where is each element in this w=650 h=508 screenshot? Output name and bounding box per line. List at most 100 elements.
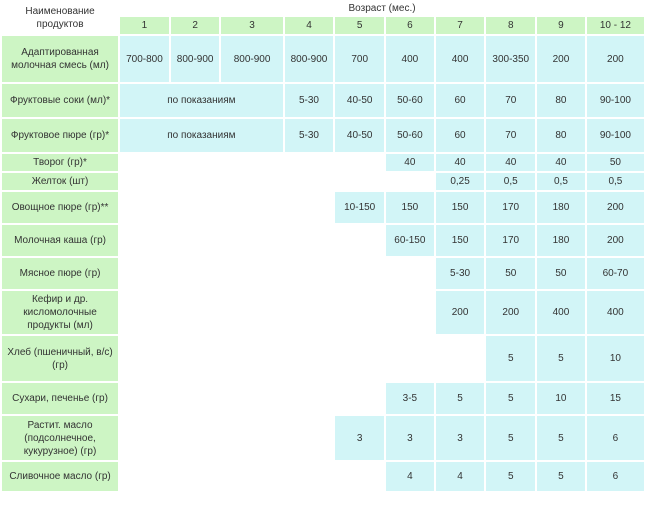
product-name: Молочная каша (гр) (2, 225, 119, 256)
product-name: Мясное пюре (гр) (2, 258, 119, 289)
value-cell: 40 (537, 154, 585, 171)
age-cell: 2 (170, 17, 220, 34)
value-cell: 5 (537, 416, 585, 460)
value-cell: 5-30 (435, 258, 485, 289)
table-row: Хлеб (пшеничный, в/с) (гр) 5 5 10 (2, 336, 644, 381)
empty-cell (120, 258, 434, 289)
product-name: Адаптированная молочная смесь (мл) (2, 36, 119, 82)
table-row: Растит. масло (подсолнечное, кукурузное)… (2, 416, 644, 460)
value-cell: по показаниям (120, 84, 283, 117)
value-cell: 4 (386, 462, 434, 491)
value-cell: 50 (537, 258, 585, 289)
value-cell: 3-5 (386, 383, 434, 414)
value-cell: 10 (586, 336, 644, 381)
value-cell: 800-900 (221, 36, 283, 82)
value-cell: 400 (386, 36, 434, 82)
value-cell: 40 (386, 154, 434, 171)
value-cell: 70 (486, 119, 536, 152)
empty-cell (120, 336, 485, 381)
value-cell: 50-60 (386, 119, 434, 152)
value-cell: 5 (486, 336, 536, 381)
product-name: Хлеб (пшеничный, в/с) (гр) (2, 336, 119, 381)
value-cell: 5-30 (284, 84, 334, 117)
age-cell: 5 (335, 17, 385, 34)
product-name: Овощное пюре (гр)** (2, 192, 119, 223)
empty-cell (120, 225, 385, 256)
value-cell: 50 (486, 258, 536, 289)
value-cell: 5-30 (284, 119, 334, 152)
table-row: Творог (гр)* 40 40 40 40 50 (2, 154, 644, 171)
table-row: Сухари, печенье (гр) 3-5 5 5 10 15 (2, 383, 644, 414)
value-cell: 80 (537, 119, 585, 152)
value-cell: 3 (386, 416, 434, 460)
value-cell: 200 (586, 192, 644, 223)
value-cell: 60 (435, 84, 485, 117)
value-cell: 170 (486, 192, 536, 223)
product-name: Сухари, печенье (гр) (2, 383, 119, 414)
value-cell: 10-150 (335, 192, 385, 223)
value-cell: 60-70 (586, 258, 644, 289)
value-cell: 15 (586, 383, 644, 414)
age-header: Возраст (мес.) (120, 2, 644, 15)
age-cell: 8 (486, 17, 536, 34)
value-cell: 60 (435, 119, 485, 152)
value-cell: 40 (486, 154, 536, 171)
age-cell: 10 - 12 (586, 17, 644, 34)
value-cell: 5 (537, 336, 585, 381)
value-cell: 150 (386, 192, 434, 223)
value-cell: 400 (537, 291, 585, 334)
value-cell: 70 (486, 84, 536, 117)
age-cell: 9 (537, 17, 585, 34)
value-cell: 200 (586, 36, 644, 82)
value-cell: 0,5 (586, 173, 644, 190)
value-cell: 300-350 (486, 36, 536, 82)
table-body: Адаптированная молочная смесь (мл) 700-80… (2, 36, 644, 491)
product-name: Сливочное масло (гр) (2, 462, 119, 491)
value-cell: 400 (586, 291, 644, 334)
value-cell: 200 (486, 291, 536, 334)
value-cell: 150 (435, 192, 485, 223)
value-cell: 6 (586, 462, 644, 491)
value-cell: 200 (435, 291, 485, 334)
table-row: Кефир и др. кисломолочные продукты (мл) 2… (2, 291, 644, 334)
age-cell: 7 (435, 17, 485, 34)
empty-cell (120, 192, 334, 223)
value-cell: по показаниям (120, 119, 283, 152)
value-cell: 180 (537, 192, 585, 223)
empty-cell (120, 291, 434, 334)
empty-cell (120, 462, 385, 491)
feeding-table: Наименование продуктов Возраст (мес.) 12… (0, 0, 646, 493)
empty-cell (120, 383, 385, 414)
value-cell: 150 (435, 225, 485, 256)
value-cell: 5 (435, 383, 485, 414)
product-name-header: Наименование продуктов (2, 2, 119, 34)
table-row: Молочная каша (гр) 60-150 150 170 180 200 (2, 225, 644, 256)
value-cell: 50 (586, 154, 644, 171)
value-cell: 3 (435, 416, 485, 460)
product-name: Фруктовое пюре (гр)* (2, 119, 119, 152)
value-cell: 90-100 (586, 119, 644, 152)
value-cell: 40-50 (335, 119, 385, 152)
value-cell: 50-60 (386, 84, 434, 117)
value-cell: 10 (537, 383, 585, 414)
value-cell: 3 (335, 416, 385, 460)
empty-cell (120, 173, 434, 190)
product-name: Творог (гр)* (2, 154, 119, 171)
table-row: Желток (шт) 0,25 0,5 0,5 0,5 (2, 173, 644, 190)
product-name: Растит. масло (подсолнечное, кукурузное)… (2, 416, 119, 460)
header-row-top: Наименование продуктов Возраст (мес.) (2, 2, 644, 34)
value-cell: 5 (537, 462, 585, 491)
product-name: Желток (шт) (2, 173, 119, 190)
age-cell: 4 (284, 17, 334, 34)
table-row: Адаптированная молочная смесь (мл) 700-80… (2, 36, 644, 82)
value-cell: 0,5 (486, 173, 536, 190)
table-row: Овощное пюре (гр)** 10-150 150 150 170 180 200 (2, 192, 644, 223)
value-cell: 5 (486, 416, 536, 460)
table-row: Фруктовые соки (мл)* по показаниям 5-30 40-… (2, 84, 644, 117)
value-cell: 60-150 (386, 225, 434, 256)
value-cell: 700-800 (120, 36, 169, 82)
value-cell: 0,25 (435, 173, 485, 190)
product-name: Фруктовые соки (мл)* (2, 84, 119, 117)
age-cell: 3 (221, 17, 283, 34)
value-cell: 5 (486, 383, 536, 414)
